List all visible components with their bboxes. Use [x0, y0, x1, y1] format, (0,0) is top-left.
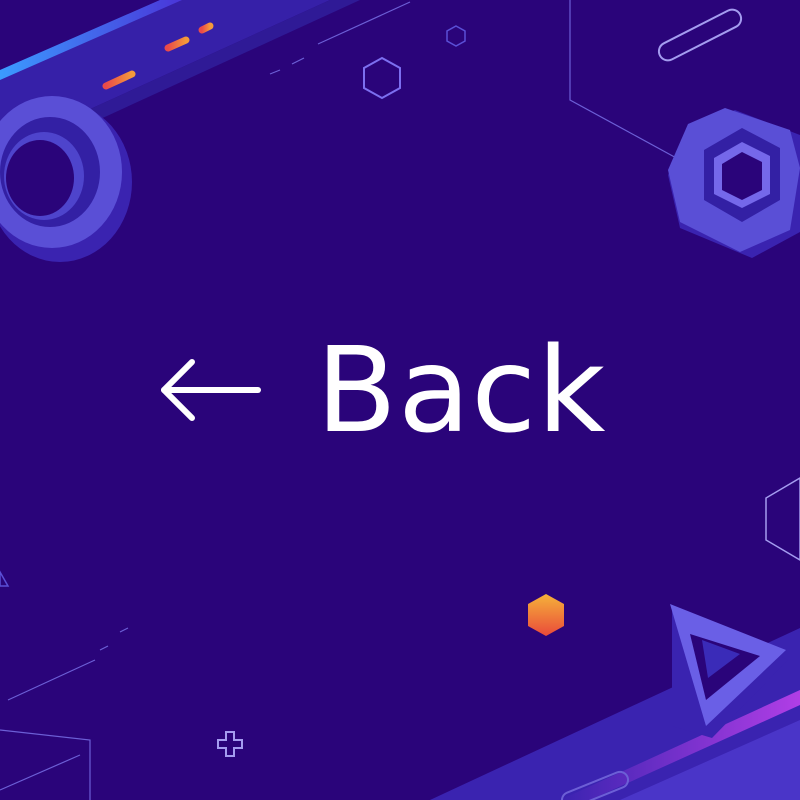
- orange-hexagon: [528, 594, 564, 636]
- plus-marks: [217, 673, 362, 757]
- page-background: Back: [0, 0, 800, 800]
- hexagon-3d-shape: [668, 108, 800, 258]
- arrow-left-icon: [161, 359, 261, 421]
- back-label: Back: [316, 321, 607, 459]
- back-button[interactable]: Back: [158, 330, 606, 450]
- ring-shape: [0, 96, 132, 262]
- pill-outline: [657, 8, 743, 62]
